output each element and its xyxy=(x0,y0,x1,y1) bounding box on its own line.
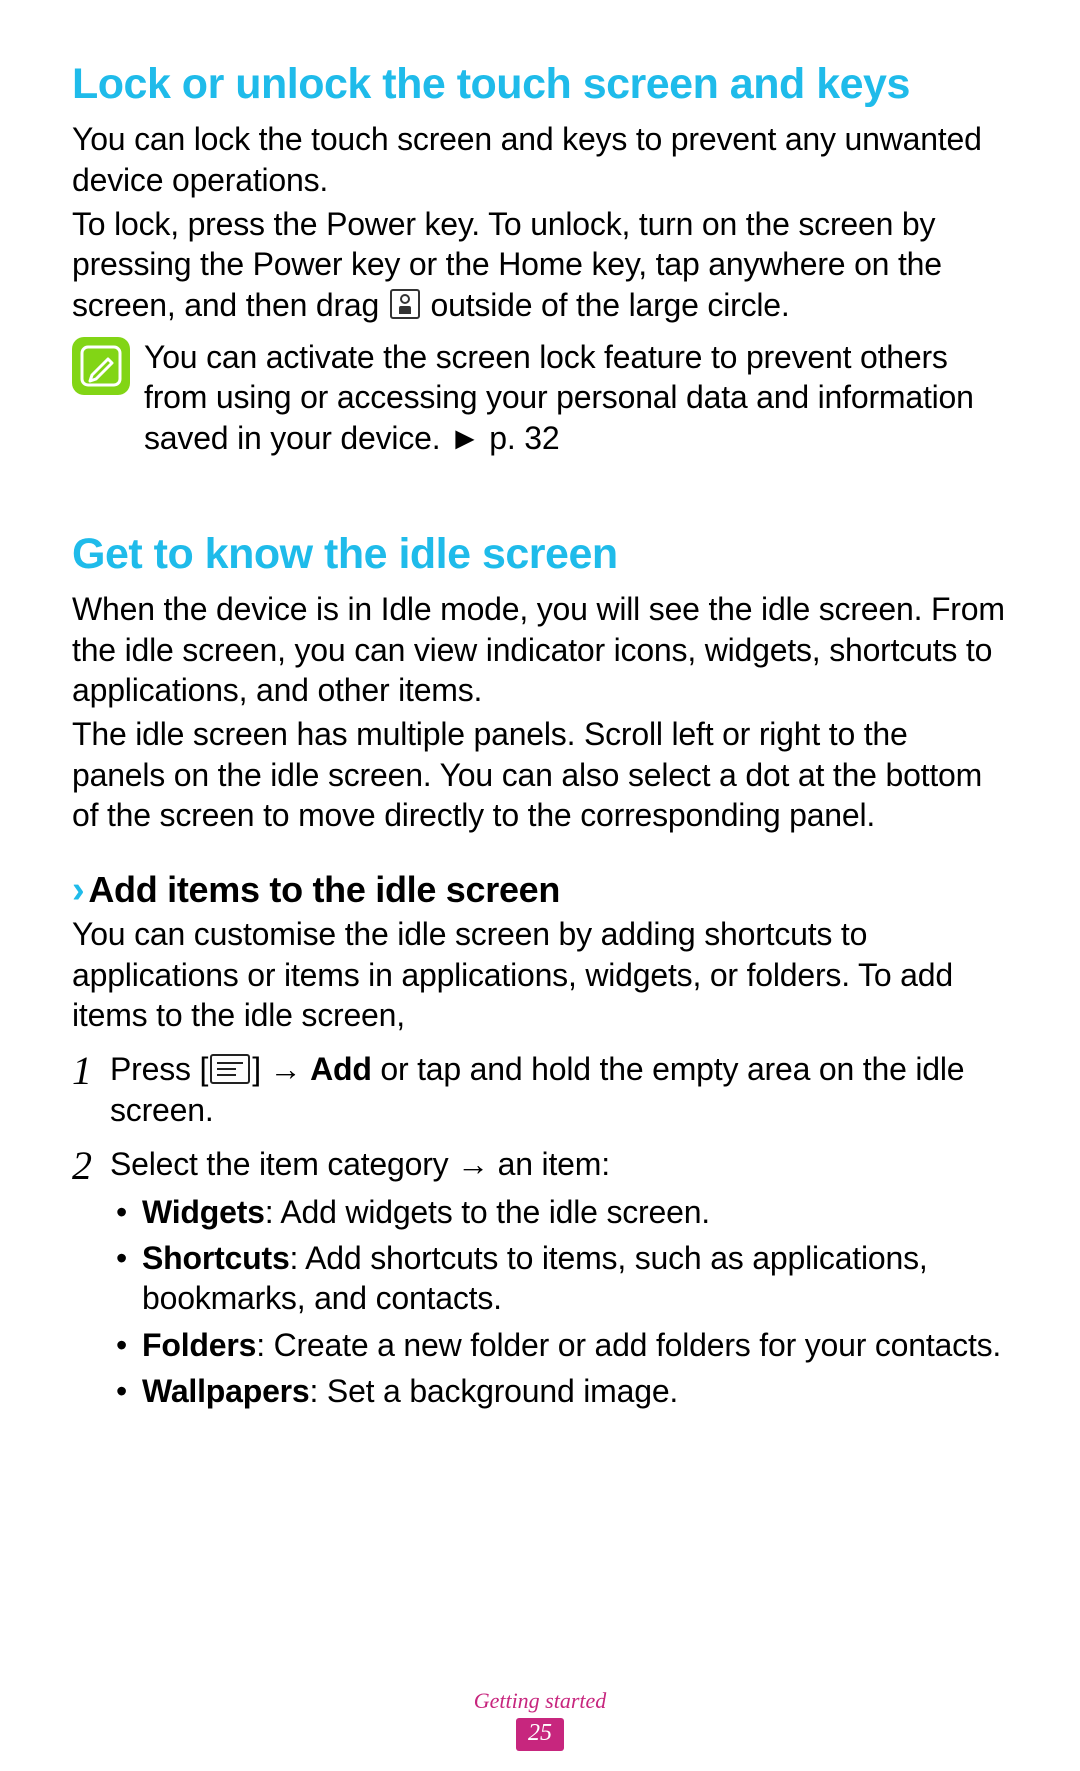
heading-lock-unlock: Lock or unlock the touch screen and keys xyxy=(72,60,1008,109)
step-1-number: 1 xyxy=(72,1049,110,1130)
cross-reference-link[interactable]: ► p. 32 xyxy=(449,420,559,456)
step-1-body: Press [] → Add or tap and hold the empty… xyxy=(110,1049,1008,1130)
note-block: You can activate the screen lock feature… xyxy=(72,337,1008,458)
footer-section-name: Getting started xyxy=(0,1688,1080,1714)
bullet-widgets: Widgets: Add widgets to the idle screen. xyxy=(142,1192,1008,1232)
lock-instructions-text-b: outside of the large circle. xyxy=(431,287,790,323)
shortcuts-label: Shortcuts xyxy=(142,1240,290,1276)
note-text: You can activate the screen lock feature… xyxy=(144,337,1008,458)
note-pencil-icon xyxy=(72,337,130,395)
item-category-list: Widgets: Add widgets to the idle screen.… xyxy=(72,1192,1008,1412)
bullet-folders: Folders: Create a new folder or add fold… xyxy=(142,1325,1008,1365)
step-1: 1 Press [] → Add or tap and hold the emp… xyxy=(72,1049,1008,1130)
widgets-label: Widgets xyxy=(142,1194,265,1230)
lock-intro-paragraph: You can lock the touch screen and keys t… xyxy=(72,119,1008,200)
idle-panels-paragraph: The idle screen has multiple panels. Scr… xyxy=(72,714,1008,835)
page-footer: Getting started 25 xyxy=(0,1688,1080,1751)
step-1-add-label: Add xyxy=(310,1051,372,1087)
bullet-shortcuts: Shortcuts: Add shortcuts to items, such … xyxy=(142,1238,1008,1319)
step-2-number: 2 xyxy=(72,1144,110,1186)
step-1-text-a: Press [ xyxy=(110,1051,208,1087)
step-1-text-b: ] → xyxy=(252,1051,310,1087)
page-number: 25 xyxy=(516,1718,564,1751)
wallpapers-label: Wallpapers xyxy=(142,1373,310,1409)
step-2-body: Select the item category → an item: xyxy=(110,1144,610,1186)
lock-instructions-paragraph: To lock, press the Power key. To unlock,… xyxy=(72,204,1008,325)
menu-key-icon xyxy=(210,1054,250,1084)
manual-page: Lock or unlock the touch screen and keys… xyxy=(0,0,1080,1411)
add-items-intro: You can customise the idle screen by add… xyxy=(72,914,1008,1035)
widgets-text: : Add widgets to the idle screen. xyxy=(265,1194,710,1230)
bullet-wallpapers: Wallpapers: Set a background image. xyxy=(142,1371,1008,1411)
step-2: 2 Select the item category → an item: xyxy=(72,1144,1008,1186)
folders-label: Folders xyxy=(142,1327,256,1363)
lock-screen-drag-icon xyxy=(390,289,420,319)
heading-idle-screen: Get to know the idle screen xyxy=(72,530,1008,579)
folders-text: : Create a new folder or add folders for… xyxy=(256,1327,1001,1363)
wallpapers-text: : Set a background image. xyxy=(310,1373,679,1409)
subheading-text: Add items to the idle screen xyxy=(88,869,560,910)
idle-intro-paragraph: When the device is in Idle mode, you wil… xyxy=(72,589,1008,710)
subheading-add-items: ›Add items to the idle screen xyxy=(72,869,1008,912)
chevron-icon: › xyxy=(72,869,84,911)
